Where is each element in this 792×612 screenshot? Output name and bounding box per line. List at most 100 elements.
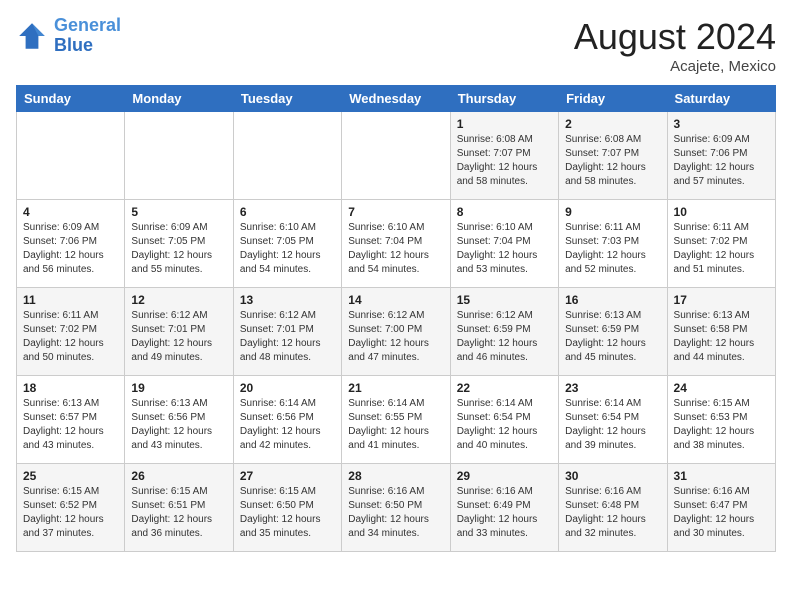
day-info: Sunrise: 6:12 AM Sunset: 7:01 PM Dayligh… [240, 309, 335, 365]
weekday-sunday: Sunday [17, 86, 125, 112]
day-cell-6: 6 Sunrise: 6:10 AM Sunset: 7:05 PM Daylig… [233, 200, 341, 288]
day-cell-10: 10 Sunrise: 6:11 AM Sunset: 7:02 PM Dayli… [667, 200, 775, 288]
day-info: Sunrise: 6:09 AM Sunset: 7:06 PM Dayligh… [23, 221, 118, 277]
day-info: Sunrise: 6:13 AM Sunset: 6:57 PM Dayligh… [23, 397, 118, 453]
day-cell-1: 1 Sunrise: 6:08 AM Sunset: 7:07 PM Daylig… [450, 112, 558, 200]
day-cell-19: 19 Sunrise: 6:13 AM Sunset: 6:56 PM Dayli… [125, 376, 233, 464]
day-number: 28 [348, 469, 443, 483]
day-number: 21 [348, 381, 443, 395]
day-number: 10 [674, 205, 769, 219]
day-number: 9 [565, 205, 660, 219]
day-cell-29: 29Sunrise: 6:16 AM Sunset: 6:49 PM Dayli… [450, 464, 558, 552]
day-number: 5 [131, 205, 226, 219]
day-number: 26 [131, 469, 226, 483]
weekday-friday: Friday [559, 86, 667, 112]
day-info: Sunrise: 6:15 AM Sunset: 6:53 PM Dayligh… [674, 397, 769, 453]
day-cell-31: 31 Sunrise: 6:16 AM Sunset: 6:47 PM Dayli… [667, 464, 775, 552]
weekday-saturday: Saturday [667, 86, 775, 112]
day-cell-17: 17 Sunrise: 6:13 AM Sunset: 6:58 PM Dayli… [667, 288, 775, 376]
calendar-body: 1 Sunrise: 6:08 AM Sunset: 7:07 PM Daylig… [17, 112, 776, 552]
day-info: Sunrise: 6:08 AM Sunset: 7:07 PM Dayligh… [457, 133, 552, 189]
day-info: Sunrise: 6:09 AM Sunset: 7:06 PM Dayligh… [674, 133, 769, 189]
day-info: Sunrise: 6:11 AM Sunset: 7:02 PM Dayligh… [674, 221, 769, 277]
day-info: Sunrise: 6:12 AM Sunset: 6:59 PM Dayligh… [457, 309, 552, 365]
day-number: 1 [457, 117, 552, 131]
day-number: 27 [240, 469, 335, 483]
day-number: 25 [23, 469, 118, 483]
day-number: 17 [674, 293, 769, 307]
page-header: General Blue August 2024 Acajete, Mexico [16, 16, 776, 75]
day-info: Sunrise: 6:10 AM Sunset: 7:05 PM Dayligh… [240, 221, 335, 277]
day-cell-16: 16 Sunrise: 6:13 AM Sunset: 6:59 PM Dayli… [559, 288, 667, 376]
day-info: Sunrise: 6:14 AM Sunset: 6:54 PM Dayligh… [457, 397, 552, 453]
day-number: 8 [457, 205, 552, 219]
day-number: 29 [457, 469, 552, 483]
day-cell-23: 23 Sunrise: 6:14 AM Sunset: 6:54 PM Dayli… [559, 376, 667, 464]
day-cell-11: 11 Sunrise: 6:11 AM Sunset: 7:02 PM Dayli… [17, 288, 125, 376]
day-info: Sunrise: 6:14 AM Sunset: 6:56 PM Dayligh… [240, 397, 335, 453]
logo: General Blue [16, 16, 121, 56]
day-info: Sunrise: 6:10 AM Sunset: 7:04 PM Dayligh… [457, 221, 552, 277]
day-cell-15: 15 Sunrise: 6:12 AM Sunset: 6:59 PM Dayli… [450, 288, 558, 376]
empty-cell [17, 112, 125, 200]
day-cell-26: 26 Sunrise: 6:15 AM Sunset: 6:51 PM Dayli… [125, 464, 233, 552]
day-cell-5: 5 Sunrise: 6:09 AM Sunset: 7:05 PM Daylig… [125, 200, 233, 288]
day-info: Sunrise: 6:10 AM Sunset: 7:04 PM Dayligh… [348, 221, 443, 277]
day-number: 19 [131, 381, 226, 395]
day-number: 12 [131, 293, 226, 307]
title-block: August 2024 Acajete, Mexico [574, 16, 776, 75]
day-number: 16 [565, 293, 660, 307]
day-number: 3 [674, 117, 769, 131]
day-number: 14 [348, 293, 443, 307]
day-cell-13: 13 Sunrise: 6:12 AM Sunset: 7:01 PM Dayli… [233, 288, 341, 376]
logo-line1: General [54, 15, 121, 35]
weekday-header-row: SundayMondayTuesdayWednesdayThursdayFrid… [17, 86, 776, 112]
day-number: 31 [674, 469, 769, 483]
day-number: 24 [674, 381, 769, 395]
day-cell-9: 9 Sunrise: 6:11 AM Sunset: 7:03 PM Daylig… [559, 200, 667, 288]
week-row-1: 1 Sunrise: 6:08 AM Sunset: 7:07 PM Daylig… [17, 112, 776, 200]
day-info: Sunrise: 6:12 AM Sunset: 7:01 PM Dayligh… [131, 309, 226, 365]
day-number: 15 [457, 293, 552, 307]
day-info: Sunrise: 6:09 AM Sunset: 7:05 PM Dayligh… [131, 221, 226, 277]
week-row-2: 4Sunrise: 6:09 AM Sunset: 7:06 PM Daylig… [17, 200, 776, 288]
day-info: Sunrise: 6:13 AM Sunset: 6:59 PM Dayligh… [565, 309, 660, 365]
week-row-3: 11 Sunrise: 6:11 AM Sunset: 7:02 PM Dayli… [17, 288, 776, 376]
day-cell-2: 2Sunrise: 6:08 AM Sunset: 7:07 PM Daylig… [559, 112, 667, 200]
day-number: 22 [457, 381, 552, 395]
day-number: 2 [565, 117, 660, 131]
day-info: Sunrise: 6:13 AM Sunset: 6:58 PM Dayligh… [674, 309, 769, 365]
day-info: Sunrise: 6:16 AM Sunset: 6:47 PM Dayligh… [674, 485, 769, 541]
day-cell-20: 20 Sunrise: 6:14 AM Sunset: 6:56 PM Dayli… [233, 376, 341, 464]
day-number: 7 [348, 205, 443, 219]
week-row-4: 18 Sunrise: 6:13 AM Sunset: 6:57 PM Dayli… [17, 376, 776, 464]
day-info: Sunrise: 6:13 AM Sunset: 6:56 PM Dayligh… [131, 397, 226, 453]
empty-cell [342, 112, 450, 200]
logo-text: General Blue [54, 16, 121, 56]
day-number: 6 [240, 205, 335, 219]
day-cell-12: 12 Sunrise: 6:12 AM Sunset: 7:01 PM Dayli… [125, 288, 233, 376]
empty-cell [233, 112, 341, 200]
day-info: Sunrise: 6:11 AM Sunset: 7:03 PM Dayligh… [565, 221, 660, 277]
day-number: 13 [240, 293, 335, 307]
day-number: 18 [23, 381, 118, 395]
day-cell-25: 25 Sunrise: 6:15 AM Sunset: 6:52 PM Dayli… [17, 464, 125, 552]
day-info: Sunrise: 6:15 AM Sunset: 6:52 PM Dayligh… [23, 485, 118, 541]
day-cell-3: 3 Sunrise: 6:09 AM Sunset: 7:06 PM Daylig… [667, 112, 775, 200]
day-cell-28: 28 Sunrise: 6:16 AM Sunset: 6:50 PM Dayli… [342, 464, 450, 552]
weekday-tuesday: Tuesday [233, 86, 341, 112]
day-info: Sunrise: 6:14 AM Sunset: 6:55 PM Dayligh… [348, 397, 443, 453]
day-cell-30: 30Sunrise: 6:16 AM Sunset: 6:48 PM Dayli… [559, 464, 667, 552]
month-title: August 2024 [574, 16, 776, 58]
day-info: Sunrise: 6:11 AM Sunset: 7:02 PM Dayligh… [23, 309, 118, 365]
day-number: 30 [565, 469, 660, 483]
day-number: 11 [23, 293, 118, 307]
day-cell-21: 21 Sunrise: 6:14 AM Sunset: 6:55 PM Dayli… [342, 376, 450, 464]
calendar-table: SundayMondayTuesdayWednesdayThursdayFrid… [16, 85, 776, 552]
day-info: Sunrise: 6:15 AM Sunset: 6:51 PM Dayligh… [131, 485, 226, 541]
day-number: 20 [240, 381, 335, 395]
day-info: Sunrise: 6:14 AM Sunset: 6:54 PM Dayligh… [565, 397, 660, 453]
day-cell-14: 14Sunrise: 6:12 AM Sunset: 7:00 PM Dayli… [342, 288, 450, 376]
day-number: 23 [565, 381, 660, 395]
day-info: Sunrise: 6:16 AM Sunset: 6:50 PM Dayligh… [348, 485, 443, 541]
